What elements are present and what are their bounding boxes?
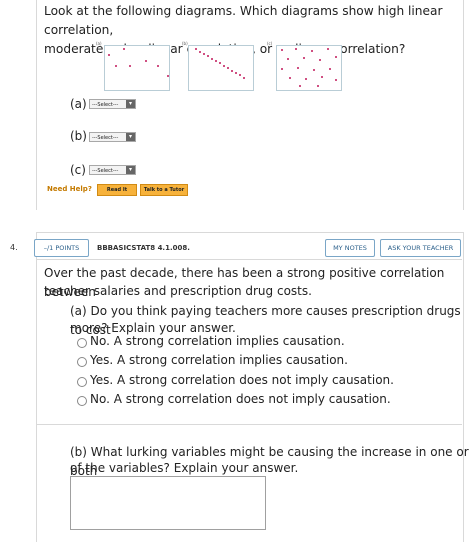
plot-point <box>281 68 284 71</box>
need-help-label: Need Help? <box>47 185 92 193</box>
plot-point <box>319 59 322 62</box>
plot-point <box>239 74 242 77</box>
read-it-button[interactable]: Read It <box>97 184 137 196</box>
plot-point <box>313 69 316 72</box>
plot-point <box>211 58 214 61</box>
plot-point <box>203 53 206 56</box>
plot-point <box>145 60 148 63</box>
plot-point <box>199 51 202 54</box>
part-b-select[interactable]: ---Select--- ▾ <box>89 132 136 142</box>
header-divider <box>36 259 462 260</box>
plot-point <box>281 49 284 52</box>
plot-point <box>123 48 126 51</box>
plot-point <box>303 57 306 60</box>
part-a-select[interactable]: ---Select--- ▾ <box>89 99 136 109</box>
part-b-label: (b) <box>70 129 87 143</box>
option-4-label: No. A strong correlation does not imply … <box>90 392 391 406</box>
option-3-label: Yes. A strong correlation does not imply… <box>90 373 394 387</box>
radio-option-4[interactable] <box>77 396 87 406</box>
plot-point <box>215 60 218 63</box>
part-a-select-value: ---Select--- <box>92 102 119 108</box>
part-a-label: (a) <box>70 97 87 111</box>
plot-a-label: (a) <box>96 41 102 46</box>
part-c-select[interactable]: ---Select--- ▾ <box>89 165 136 175</box>
part-b-answer-textarea[interactable] <box>70 476 266 530</box>
plot-point <box>129 65 132 68</box>
plot-point <box>227 67 230 70</box>
plot-point <box>223 65 226 68</box>
my-notes-button[interactable]: MY NOTES <box>325 239 375 257</box>
scatter-plot-c <box>276 45 342 91</box>
chevron-down-icon: ▾ <box>126 133 135 141</box>
plot-point <box>167 75 170 78</box>
plot-b-label: (b) <box>182 41 188 46</box>
radio-option-3[interactable] <box>77 377 87 387</box>
scatter-plot-b <box>188 45 254 91</box>
plot-point <box>289 77 292 80</box>
plot-point <box>297 67 300 70</box>
question-4-intro-line-2: teacher salaries and prescription drug c… <box>44 284 312 298</box>
plot-point <box>305 78 308 81</box>
scatter-plot-a <box>104 45 170 91</box>
part-b-select-value: ---Select--- <box>92 135 119 141</box>
plot-point <box>157 65 160 68</box>
plot-point <box>287 58 290 61</box>
plot-point <box>295 48 298 51</box>
plot-point <box>231 70 234 73</box>
plot-point <box>243 77 246 80</box>
plot-point <box>317 85 320 88</box>
section-divider <box>36 424 462 425</box>
plot-point <box>311 50 314 53</box>
chevron-down-icon: ▾ <box>126 166 135 174</box>
plot-point <box>115 65 118 68</box>
radio-option-2[interactable] <box>77 357 87 367</box>
plot-point <box>219 62 222 65</box>
plot-point <box>327 48 330 51</box>
part-c-select-value: ---Select--- <box>92 168 119 174</box>
chevron-down-icon: ▾ <box>126 100 135 108</box>
radio-option-1[interactable] <box>77 338 87 348</box>
plot-point <box>207 55 210 58</box>
option-2-label: Yes. A strong correlation implies causat… <box>90 353 348 367</box>
question-3-line-1: Look at the following diagrams. Which di… <box>44 4 443 37</box>
plot-point <box>108 54 111 57</box>
question-code: BBBASICSTAT8 4.1.008. <box>97 244 190 252</box>
points-button[interactable]: –/1 POINTS <box>34 239 89 257</box>
ask-your-teacher-button[interactable]: ASK YOUR TEACHER <box>380 239 461 257</box>
plot-c-label: (c) <box>267 41 273 46</box>
plot-point <box>299 85 302 88</box>
plot-point <box>235 72 238 75</box>
question-number: 4. <box>10 243 18 252</box>
part-c-label: (c) <box>70 163 86 177</box>
plot-point <box>335 79 338 82</box>
plot-point <box>321 76 324 79</box>
plot-point <box>335 56 338 59</box>
plot-point <box>195 48 198 51</box>
option-1-label: No. A strong correlation implies causati… <box>90 334 345 348</box>
plot-point <box>329 68 332 71</box>
talk-to-tutor-button[interactable]: Talk to a Tutor <box>140 184 188 196</box>
